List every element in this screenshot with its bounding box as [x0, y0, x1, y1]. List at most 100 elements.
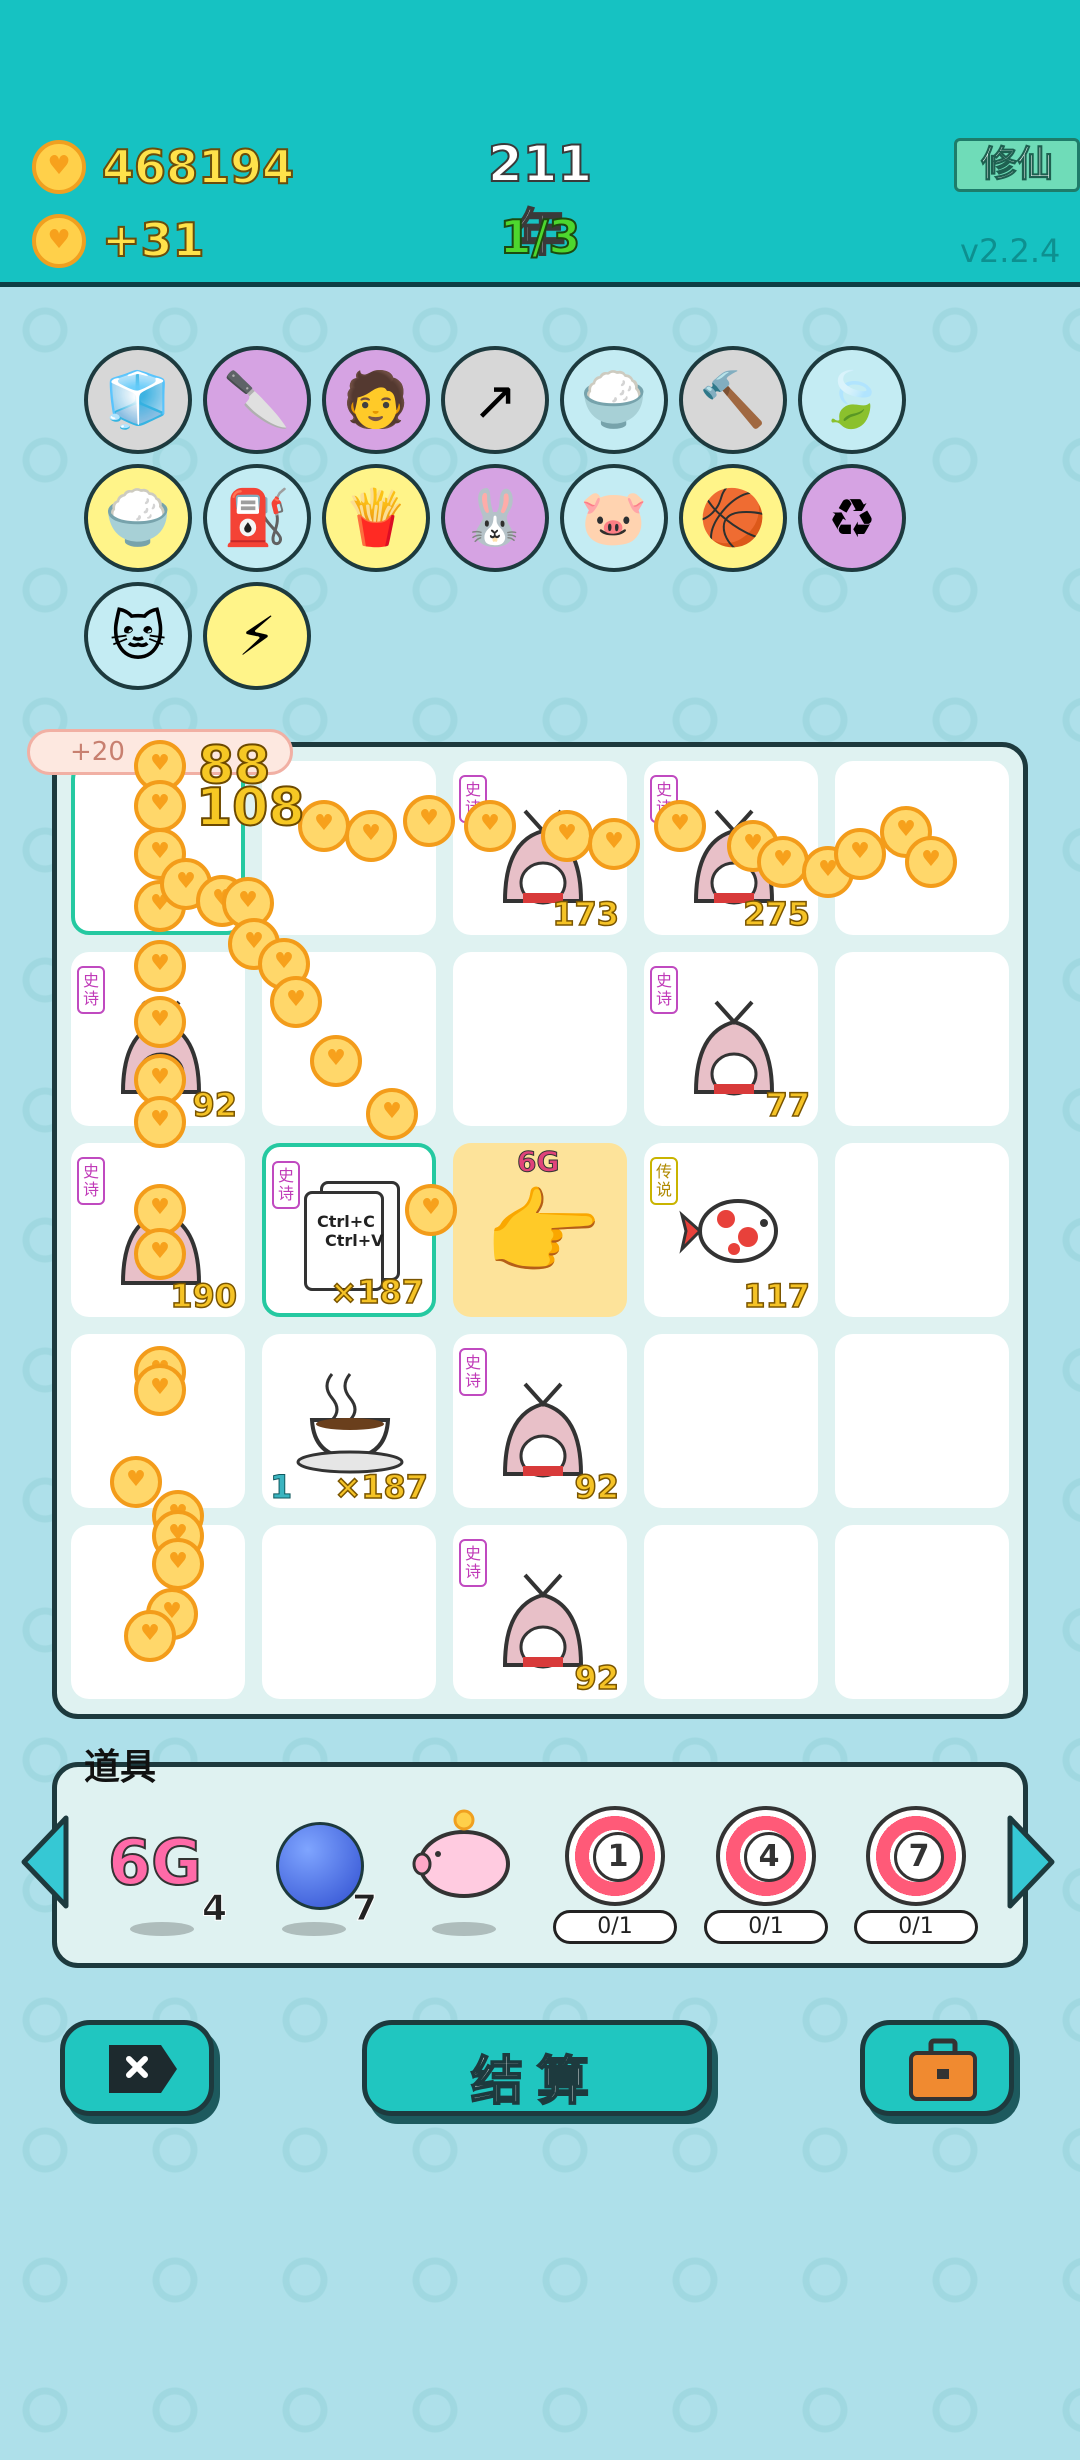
pointing-hand-icon: 👉: [483, 1176, 603, 1289]
skill-glyph: 🧊: [104, 368, 172, 431]
recycle-icon[interactable]: ♻: [798, 464, 906, 572]
board-cell[interactable]: [453, 952, 627, 1126]
skill-glyph: ⛽: [223, 486, 291, 549]
board-cell[interactable]: [835, 1525, 1009, 1699]
basketballs-icon[interactable]: 🏀: [679, 464, 787, 572]
arrow-up-card-icon[interactable]: ↗: [441, 346, 549, 454]
props-prev-arrow[interactable]: [18, 1812, 72, 1912]
koi-fish-icon: [679, 1199, 778, 1263]
prop-count: 7: [351, 1888, 378, 1930]
board-cell[interactable]: [835, 952, 1009, 1126]
skill-glyph: 🍟: [342, 486, 410, 549]
piggy-bank-prop[interactable]: [408, 1808, 518, 1918]
rice-bowl-gold-icon[interactable]: 🍚: [84, 464, 192, 572]
board-cell[interactable]: 史诗 Ctrl+C Ctrl+V ×187: [262, 1143, 436, 1317]
coin-icon: [32, 140, 86, 194]
coin-rate: +31: [101, 212, 206, 268]
board-cell[interactable]: [835, 1143, 1009, 1317]
settle-button[interactable]: 结算: [362, 2020, 712, 2116]
prop-shadow: [432, 1922, 496, 1936]
blue-orb-icon: [276, 1822, 364, 1910]
rice-bowl-icon[interactable]: 🍚: [560, 346, 668, 454]
hammer-icon[interactable]: 🔨: [679, 346, 787, 454]
board-cell[interactable]: 1 ×187: [262, 1334, 436, 1508]
delete-icon: [109, 2045, 177, 2093]
flying-coin-icon: [134, 996, 186, 1048]
skill-glyph: 🍚: [104, 486, 172, 549]
board-cell[interactable]: [262, 1525, 436, 1699]
flying-coin-icon: [134, 1364, 186, 1416]
board-cell[interactable]: 传说 117: [644, 1143, 818, 1317]
pump-icon[interactable]: ⛽: [203, 464, 311, 572]
board-cell[interactable]: 6G 👉: [453, 1143, 627, 1317]
epic-tag: 史诗: [459, 1539, 487, 1587]
cat-icon[interactable]: 🐱: [84, 582, 192, 690]
flying-coin-icon: [345, 810, 397, 862]
skill-glyph: 🔪: [223, 368, 291, 431]
target-icon[interactable]: 1: [565, 1806, 665, 1906]
target-icon[interactable]: 7: [866, 1806, 966, 1906]
skill-glyph: 🏀: [699, 486, 767, 549]
skill-glyph: 🔨: [699, 368, 767, 431]
skill-glyph: 🧑: [342, 368, 410, 431]
coin-rate-icon: [32, 214, 86, 268]
prop-count: 4: [201, 1888, 228, 1930]
piggy-bank-icon: [412, 1809, 510, 1898]
flying-coin-icon: [270, 976, 322, 1028]
board-cell[interactable]: 史诗 92: [453, 1334, 627, 1508]
item-count: ×187: [334, 1467, 429, 1507]
prop-shadow: [130, 1922, 194, 1936]
prop-shadow: [282, 1922, 346, 1936]
lightning-icon[interactable]: ⚡: [203, 582, 311, 690]
flying-coin-icon: [134, 940, 186, 992]
skill-glyph: 🐰: [461, 486, 529, 549]
flying-coin-icon: [405, 1184, 457, 1236]
skill-glyph: 🐷: [580, 486, 648, 549]
rabbit-icon[interactable]: 🐰: [441, 464, 549, 572]
item-level: 1: [269, 1468, 293, 1507]
target-number: 7: [894, 1832, 944, 1882]
item-count: 275: [742, 894, 810, 934]
item-count: 190: [169, 1276, 237, 1316]
bag-button[interactable]: [860, 2020, 1014, 2116]
props-next-arrow[interactable]: [1004, 1812, 1058, 1912]
item-count: 77: [765, 1085, 811, 1125]
discard-button[interactable]: [60, 2020, 214, 2116]
cultivate-button[interactable]: 修仙: [954, 138, 1080, 192]
legend-tag: 传说: [650, 1157, 678, 1205]
leaf-icon[interactable]: 🍃: [798, 346, 906, 454]
briefcase-icon: [909, 2038, 977, 2101]
ctrl-c-text: Ctrl+C: [317, 1212, 375, 1231]
fries-icon[interactable]: 🍟: [322, 464, 430, 572]
piggy-bank-icon[interactable]: 🐷: [560, 464, 668, 572]
target-icon[interactable]: 4: [716, 1806, 816, 1906]
skill-glyph: 🍃: [818, 368, 886, 431]
flying-coin-icon: [541, 810, 593, 862]
epic-tag: 史诗: [459, 1348, 487, 1396]
flying-coin-icon: [366, 1088, 418, 1140]
board-cell[interactable]: 史诗 77: [644, 952, 818, 1126]
board-cell[interactable]: [644, 1525, 818, 1699]
board-cell[interactable]: [835, 1334, 1009, 1508]
flying-coin-icon: [834, 828, 886, 880]
board-cell[interactable]: 史诗 92: [453, 1525, 627, 1699]
item-count: 92: [574, 1467, 620, 1507]
flying-coin-icon: [298, 800, 350, 852]
float-number: 108: [195, 777, 306, 839]
item-count: 173: [551, 894, 619, 934]
settle-label: 结算: [470, 2051, 603, 2113]
epic-tag: 史诗: [272, 1161, 300, 1209]
item-count: 92: [192, 1085, 238, 1125]
item-count: 117: [742, 1276, 810, 1316]
multiplier-guy-icon[interactable]: 🧑: [322, 346, 430, 454]
flying-coin-icon: [124, 1610, 176, 1662]
props-title: 道具: [84, 1747, 157, 1788]
board-cell[interactable]: [644, 1334, 818, 1508]
skill-glyph: ↗: [472, 368, 518, 432]
epic-tag: 史诗: [77, 966, 105, 1014]
sugar-cubes-icon[interactable]: 🧊: [84, 346, 192, 454]
cleaver-icon[interactable]: 🔪: [203, 346, 311, 454]
target-progress: 0/1: [854, 1910, 978, 1944]
flying-coin-icon: [588, 818, 640, 870]
flying-coin-icon: [110, 1456, 162, 1508]
